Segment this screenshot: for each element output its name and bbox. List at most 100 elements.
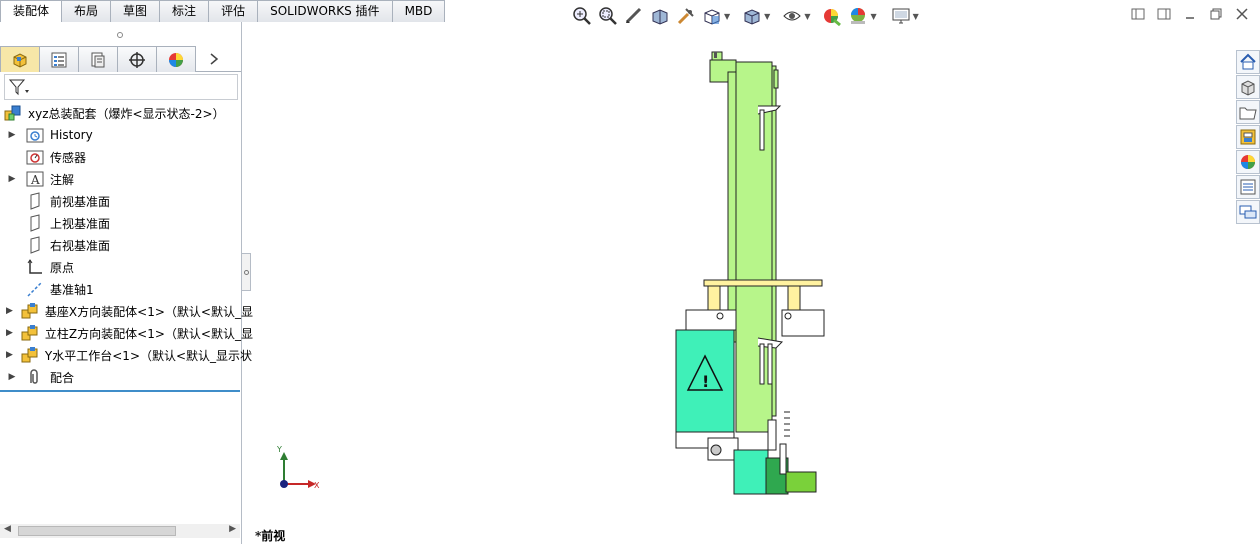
tab-solidworks-addins[interactable]: SOLIDWORKS 插件: [257, 0, 393, 22]
tree-item-label: History: [50, 128, 93, 142]
tree-item-axis[interactable]: 基准轴1: [0, 278, 241, 300]
previous-view-icon[interactable]: [624, 6, 644, 26]
tree-item-top-plane[interactable]: 上视基准面: [0, 212, 241, 234]
property-manager-tab[interactable]: [39, 46, 79, 72]
view-settings-icon[interactable]: [891, 6, 911, 26]
tree-item-label: 注解: [50, 172, 75, 187]
origin-icon: [26, 258, 44, 276]
apply-scene-icon[interactable]: [848, 6, 868, 26]
tree-item-label: 配合: [50, 370, 75, 385]
tab-mbd[interactable]: MBD: [391, 0, 446, 22]
plane-icon: [26, 192, 44, 210]
tab-assembly[interactable]: 装配体: [0, 0, 63, 23]
expand-arrow-icon[interactable]: ▶: [6, 130, 18, 140]
configuration-manager-tab[interactable]: [78, 46, 118, 72]
expand-arrow-icon[interactable]: ▶: [6, 372, 18, 382]
view-orientation-dropdown-icon[interactable]: ▼: [724, 12, 730, 21]
tree-root[interactable]: xyz总装配套（爆炸<显示状态-2>）: [0, 102, 241, 124]
subassembly-icon: [21, 346, 39, 364]
apply-scene-dropdown-icon[interactable]: ▼: [870, 12, 876, 21]
tab-evaluate[interactable]: 评估: [208, 0, 259, 22]
dynamic-annotation-views-icon[interactable]: [676, 6, 696, 26]
solidworks-resources-icon[interactable]: [1236, 50, 1260, 74]
horizontal-scrollbar[interactable]: ◀ ▶: [0, 524, 240, 538]
section-view-icon[interactable]: [650, 6, 670, 26]
tab-sketch[interactable]: 草图: [110, 0, 161, 22]
solidworks-forum-icon[interactable]: [1236, 200, 1260, 224]
subassembly-icon: [21, 302, 39, 320]
configuration-manager-icon: [91, 52, 105, 67]
custom-properties-icon[interactable]: [1236, 175, 1260, 199]
svg-text:!: !: [702, 372, 709, 391]
edit-appearance-icon[interactable]: [822, 6, 842, 26]
annotations-icon: A: [26, 170, 44, 188]
assembly-model-front-view[interactable]: !: [672, 48, 832, 496]
dimxpert-manager-tab[interactable]: [117, 46, 157, 72]
tree-item-front-plane[interactable]: 前视基准面: [0, 190, 241, 212]
svg-text:A: A: [30, 173, 40, 187]
axis-icon: [26, 280, 44, 298]
tile-right-icon[interactable]: [1156, 6, 1172, 22]
minimize-icon[interactable]: [1182, 6, 1198, 22]
more-tabs-chevron-icon[interactable]: [195, 46, 225, 72]
plane-icon: [26, 236, 44, 254]
tree-item-sensors[interactable]: 传感器: [0, 146, 241, 168]
tree-item-label: 基座X方向装配体<1>（默认<默认_显: [44, 304, 253, 319]
file-explorer-icon[interactable]: [1236, 100, 1260, 124]
expand-arrow-icon[interactable]: ▶: [6, 328, 13, 338]
tree-item-right-plane[interactable]: 右视基准面: [0, 234, 241, 256]
display-style-icon[interactable]: [742, 6, 762, 26]
tree-divider: [0, 390, 240, 392]
scrollbar-thumb[interactable]: [18, 526, 176, 536]
view-settings-dropdown-icon[interactable]: ▼: [913, 12, 919, 21]
tree-item-y-worktable[interactable]: ▶ Y水平工作台<1>（默认<默认_显示状: [0, 344, 252, 366]
tree-item-mates[interactable]: ▶ 配合: [0, 366, 241, 388]
display-manager-tab[interactable]: [156, 46, 196, 72]
tab-layout[interactable]: 布局: [61, 0, 112, 22]
expand-arrow-icon[interactable]: ▶: [6, 306, 13, 316]
tile-left-icon[interactable]: [1130, 6, 1146, 22]
zoom-to-area-icon[interactable]: [598, 6, 618, 26]
view-orientation-icon[interactable]: [702, 6, 722, 26]
restore-icon[interactable]: [1208, 6, 1224, 22]
feature-manager-icon: [13, 52, 27, 68]
zoom-to-fit-icon[interactable]: [572, 6, 592, 26]
filter-icon[interactable]: [8, 78, 30, 96]
tab-markup[interactable]: 标注: [159, 0, 210, 22]
view-palette-icon[interactable]: [1236, 125, 1260, 149]
expand-arrow-icon[interactable]: ▶: [6, 350, 13, 360]
close-icon[interactable]: [1234, 6, 1250, 22]
tree-item-column-z-assembly[interactable]: ▶ 立柱Z方向装配体<1>（默认<默认_显: [0, 322, 253, 344]
tree-item-label: 基准轴1: [50, 282, 94, 297]
feature-tree: xyz总装配套（爆炸<显示状态-2>） ▶ History 传感器 ▶ A 注解: [0, 102, 253, 392]
display-manager-icon: [169, 52, 183, 67]
tree-filter[interactable]: [4, 74, 238, 100]
design-library-icon[interactable]: [1236, 75, 1260, 99]
view-orientation-label: *前视: [255, 529, 286, 543]
pane-collapse-handle[interactable]: [242, 253, 251, 291]
pane-grip[interactable]: [0, 22, 241, 46]
tree-item-origin[interactable]: 原点: [0, 256, 241, 278]
command-manager-tabs: 装配体 布局 草图 标注 评估 SOLIDWORKS 插件 MBD: [0, 0, 446, 23]
mates-icon: [26, 368, 44, 386]
task-pane-tabs: [1236, 50, 1260, 225]
tree-item-label: 立柱Z方向装配体<1>（默认<默认_显: [44, 326, 253, 341]
tree-item-label: 右视基准面: [50, 238, 111, 253]
tree-item-label: 前视基准面: [50, 194, 111, 209]
sensors-icon: [26, 148, 44, 166]
tree-item-label: Y水平工作台<1>（默认<默认_显示状: [44, 348, 253, 363]
assembly-icon: [4, 104, 22, 122]
appearances-scenes-icon[interactable]: [1236, 150, 1260, 174]
hide-show-items-icon[interactable]: [782, 6, 802, 26]
tree-item-history[interactable]: ▶ History: [0, 124, 241, 146]
display-style-dropdown-icon[interactable]: ▼: [764, 12, 770, 21]
expand-arrow-icon[interactable]: ▶: [6, 174, 18, 184]
scroll-left-arrow-icon[interactable]: ◀: [4, 524, 11, 534]
coordinate-triad: Y X: [276, 445, 320, 490]
scroll-right-arrow-icon[interactable]: ▶: [229, 524, 236, 534]
feature-manager-pane: xyz总装配套（爆炸<显示状态-2>） ▶ History 传感器 ▶ A 注解: [0, 22, 253, 544]
tree-item-annotations[interactable]: ▶ A 注解: [0, 168, 241, 190]
feature-manager-tab[interactable]: [0, 46, 40, 72]
hide-show-dropdown-icon[interactable]: ▼: [804, 12, 810, 21]
tree-item-base-x-assembly[interactable]: ▶ 基座X方向装配体<1>（默认<默认_显: [0, 300, 253, 322]
